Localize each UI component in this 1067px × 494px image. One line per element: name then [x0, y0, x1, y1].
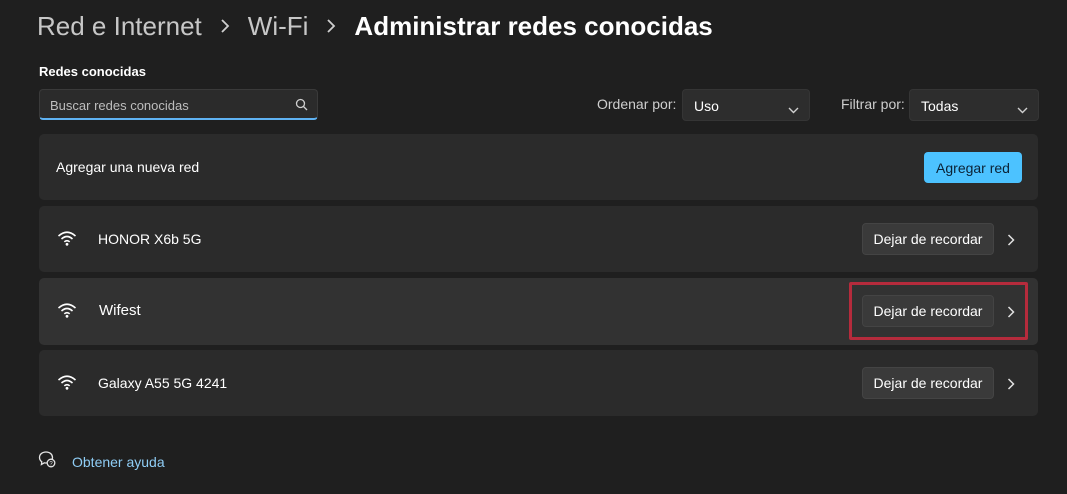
- breadcrumb-item-wifi[interactable]: Wi-Fi: [248, 11, 309, 42]
- chevron-right-icon[interactable]: [1007, 233, 1015, 251]
- chevron-down-icon: [1017, 101, 1028, 119]
- forget-button[interactable]: Dejar de recordar: [862, 223, 994, 255]
- add-network-label: Agregar una nueva red: [56, 159, 200, 175]
- network-name: Wifest: [99, 302, 141, 319]
- breadcrumb-item-red-internet[interactable]: Red e Internet: [37, 11, 202, 42]
- network-row-galaxy[interactable]: Galaxy A55 5G 4241 Dejar de recordar: [39, 350, 1038, 416]
- sort-value: Uso: [694, 98, 719, 114]
- help-link[interactable]: Obtener ayuda: [72, 454, 165, 470]
- wifi-icon: [57, 230, 77, 251]
- search-input[interactable]: [50, 96, 286, 114]
- wifi-icon: [57, 302, 77, 323]
- page-title: Administrar redes conocidas: [354, 10, 713, 41]
- chevron-down-icon: [788, 101, 799, 119]
- chevron-right-icon[interactable]: [1007, 377, 1015, 395]
- sort-dropdown[interactable]: Uso: [682, 89, 810, 121]
- forget-button[interactable]: Dejar de recordar: [862, 367, 994, 399]
- highlight-box: [849, 282, 1028, 340]
- search-icon: [295, 98, 308, 116]
- network-name: HONOR X6b 5G: [98, 231, 202, 247]
- network-name: Galaxy A55 5G 4241: [98, 375, 228, 391]
- search-box[interactable]: [39, 89, 318, 120]
- chevron-right-icon: [326, 19, 336, 33]
- add-network-button[interactable]: Agregar red: [924, 152, 1022, 183]
- filter-dropdown[interactable]: Todas: [909, 89, 1039, 121]
- help-section: ? Obtener ayuda: [38, 450, 165, 473]
- sort-label: Ordenar por:: [597, 96, 677, 112]
- add-network-card: Agregar una nueva red Agregar red: [39, 134, 1038, 200]
- network-row-honor[interactable]: HONOR X6b 5G Dejar de recordar: [39, 206, 1038, 272]
- section-title: Redes conocidas: [39, 64, 146, 79]
- filter-label: Filtrar por:: [841, 96, 905, 112]
- filter-value: Todas: [921, 98, 959, 114]
- breadcrumb: Red e Internet Wi-Fi Administrar redes c…: [37, 6, 713, 46]
- chevron-right-icon: [220, 19, 230, 33]
- wifi-icon: [57, 374, 77, 395]
- help-icon: ?: [38, 450, 56, 473]
